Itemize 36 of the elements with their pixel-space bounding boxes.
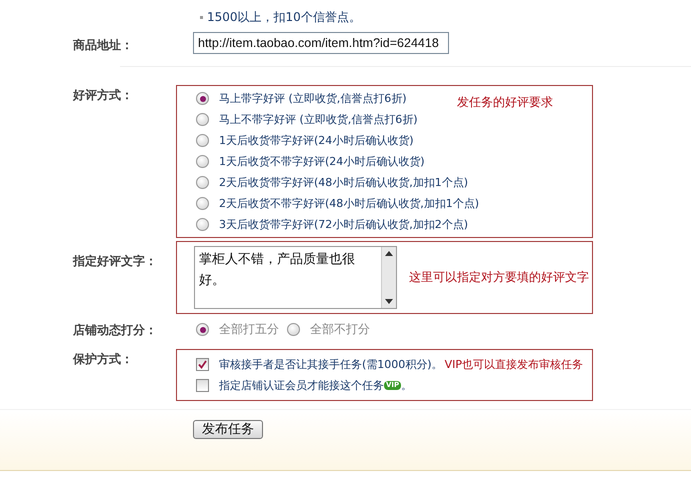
option-label: 审核接手者是否让其接手任务(需1000积分)。 [219, 356, 443, 372]
radio-button[interactable] [196, 155, 209, 168]
option-label: 全部不打分 [310, 321, 370, 338]
radio-button[interactable] [196, 176, 209, 189]
radio-button[interactable] [196, 197, 209, 210]
option-label: 1天后收货带字好评(24小时后确认收货) [219, 133, 414, 148]
field-label: 好评方式： [72, 87, 134, 103]
option-label: 指定店铺认证会员才能接这个任务 [219, 378, 384, 392]
radio-button[interactable] [196, 134, 209, 147]
field-label: 商品地址： [72, 37, 134, 53]
publish-button[interactable]: 发布任务 [193, 420, 263, 439]
option-label: 全部打五分 [219, 321, 279, 338]
checkbox[interactable] [196, 358, 209, 370]
note-text: 1500以上，扣10个信誉点。 [207, 9, 361, 26]
checkbox[interactable] [196, 378, 209, 392]
annotation-text: VIP也可以直接发布审核任务 [444, 356, 583, 372]
radio-button[interactable] [287, 323, 300, 336]
option-label: 2天后收货不带字好评(48小时后确认收货,加扣1个点) [219, 196, 480, 211]
radio-button[interactable] [196, 92, 209, 105]
annotation-text: 发任务的好评要求 [457, 94, 553, 111]
url-field[interactable]: http://item.taobao.com/item.htm?id=624418 [193, 32, 449, 54]
field-label: 指定好评文字： [72, 253, 158, 269]
option-label: 3天后收货带字好评(72小时后确认收货,加扣2个点) [219, 217, 468, 232]
option-label: 马上不带字好评 (立即收货,信誉点打6折) [219, 112, 418, 127]
radio-button[interactable] [196, 323, 209, 336]
annotation-text: 这里可以指定对方要填的好评文字 [409, 269, 589, 286]
field-label: 保护方式： [72, 351, 134, 367]
period-text: 。 [401, 378, 412, 392]
option-label: 1天后收货不带字好评(24小时后确认收货) [219, 154, 425, 169]
radio-button[interactable] [196, 113, 209, 126]
scrollbar[interactable] [381, 247, 396, 308]
option-label: 马上带字好评 (立即收货,信誉点打6折) [219, 91, 407, 106]
review-text-field[interactable]: 掌柜人不错，产品质量也很好。 [194, 246, 397, 309]
field-label: 店铺动态打分： [72, 322, 158, 338]
radio-button[interactable] [196, 218, 209, 231]
option-label: 2天后收货带字好评(48小时后确认收货,加扣1个点) [219, 175, 468, 190]
